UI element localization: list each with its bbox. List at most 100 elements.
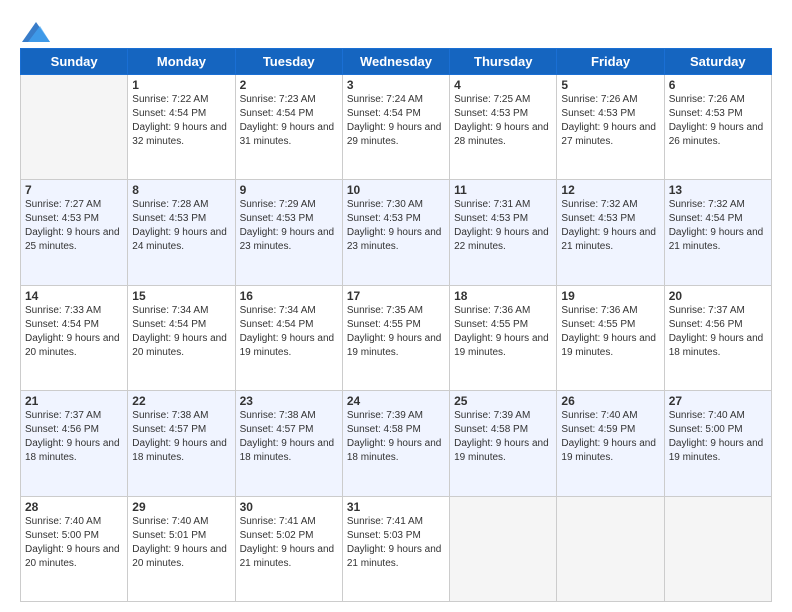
day-number: 28	[25, 500, 123, 514]
calendar-cell: 11Sunrise: 7:31 AMSunset: 4:53 PMDayligh…	[450, 180, 557, 285]
day-number: 21	[25, 394, 123, 408]
day-number: 31	[347, 500, 445, 514]
day-info: Sunrise: 7:25 AMSunset: 4:53 PMDaylight:…	[454, 93, 552, 149]
weekday-header-saturday: Saturday	[664, 49, 771, 75]
calendar-table: SundayMondayTuesdayWednesdayThursdayFrid…	[20, 48, 772, 602]
day-number: 6	[669, 78, 767, 92]
day-info: Sunrise: 7:35 AMSunset: 4:55 PMDaylight:…	[347, 304, 445, 360]
calendar-cell: 16Sunrise: 7:34 AMSunset: 4:54 PMDayligh…	[235, 285, 342, 390]
calendar-cell: 26Sunrise: 7:40 AMSunset: 4:59 PMDayligh…	[557, 391, 664, 496]
calendar-cell: 1Sunrise: 7:22 AMSunset: 4:54 PMDaylight…	[128, 75, 235, 180]
day-number: 9	[240, 183, 338, 197]
day-info: Sunrise: 7:37 AMSunset: 4:56 PMDaylight:…	[25, 409, 123, 465]
day-info: Sunrise: 7:24 AMSunset: 4:54 PMDaylight:…	[347, 93, 445, 149]
day-number: 17	[347, 289, 445, 303]
calendar-cell: 5Sunrise: 7:26 AMSunset: 4:53 PMDaylight…	[557, 75, 664, 180]
day-info: Sunrise: 7:23 AMSunset: 4:54 PMDaylight:…	[240, 93, 338, 149]
calendar-cell: 20Sunrise: 7:37 AMSunset: 4:56 PMDayligh…	[664, 285, 771, 390]
logo	[20, 22, 50, 40]
calendar-week-row: 14Sunrise: 7:33 AMSunset: 4:54 PMDayligh…	[21, 285, 772, 390]
day-number: 14	[25, 289, 123, 303]
weekday-header-tuesday: Tuesday	[235, 49, 342, 75]
day-number: 27	[669, 394, 767, 408]
day-number: 7	[25, 183, 123, 197]
day-number: 12	[561, 183, 659, 197]
day-info: Sunrise: 7:40 AMSunset: 5:00 PMDaylight:…	[25, 515, 123, 571]
weekday-header-wednesday: Wednesday	[342, 49, 449, 75]
calendar-cell: 2Sunrise: 7:23 AMSunset: 4:54 PMDaylight…	[235, 75, 342, 180]
day-info: Sunrise: 7:40 AMSunset: 4:59 PMDaylight:…	[561, 409, 659, 465]
day-info: Sunrise: 7:28 AMSunset: 4:53 PMDaylight:…	[132, 198, 230, 254]
day-number: 20	[669, 289, 767, 303]
calendar-cell: 13Sunrise: 7:32 AMSunset: 4:54 PMDayligh…	[664, 180, 771, 285]
calendar-week-row: 1Sunrise: 7:22 AMSunset: 4:54 PMDaylight…	[21, 75, 772, 180]
day-info: Sunrise: 7:26 AMSunset: 4:53 PMDaylight:…	[669, 93, 767, 149]
calendar-cell: 10Sunrise: 7:30 AMSunset: 4:53 PMDayligh…	[342, 180, 449, 285]
day-number: 8	[132, 183, 230, 197]
day-info: Sunrise: 7:37 AMSunset: 4:56 PMDaylight:…	[669, 304, 767, 360]
calendar-cell: 29Sunrise: 7:40 AMSunset: 5:01 PMDayligh…	[128, 496, 235, 601]
calendar-cell: 22Sunrise: 7:38 AMSunset: 4:57 PMDayligh…	[128, 391, 235, 496]
day-info: Sunrise: 7:22 AMSunset: 4:54 PMDaylight:…	[132, 93, 230, 149]
day-info: Sunrise: 7:36 AMSunset: 4:55 PMDaylight:…	[454, 304, 552, 360]
day-number: 2	[240, 78, 338, 92]
calendar-cell	[557, 496, 664, 601]
calendar-cell: 27Sunrise: 7:40 AMSunset: 5:00 PMDayligh…	[664, 391, 771, 496]
day-number: 16	[240, 289, 338, 303]
day-info: Sunrise: 7:30 AMSunset: 4:53 PMDaylight:…	[347, 198, 445, 254]
calendar-cell: 4Sunrise: 7:25 AMSunset: 4:53 PMDaylight…	[450, 75, 557, 180]
calendar-cell: 24Sunrise: 7:39 AMSunset: 4:58 PMDayligh…	[342, 391, 449, 496]
weekday-header-row: SundayMondayTuesdayWednesdayThursdayFrid…	[21, 49, 772, 75]
day-number: 13	[669, 183, 767, 197]
page: SundayMondayTuesdayWednesdayThursdayFrid…	[0, 0, 792, 612]
day-info: Sunrise: 7:33 AMSunset: 4:54 PMDaylight:…	[25, 304, 123, 360]
calendar-cell	[664, 496, 771, 601]
calendar-cell: 30Sunrise: 7:41 AMSunset: 5:02 PMDayligh…	[235, 496, 342, 601]
calendar-cell: 28Sunrise: 7:40 AMSunset: 5:00 PMDayligh…	[21, 496, 128, 601]
calendar-week-row: 7Sunrise: 7:27 AMSunset: 4:53 PMDaylight…	[21, 180, 772, 285]
day-number: 3	[347, 78, 445, 92]
day-number: 26	[561, 394, 659, 408]
calendar-cell: 25Sunrise: 7:39 AMSunset: 4:58 PMDayligh…	[450, 391, 557, 496]
day-info: Sunrise: 7:41 AMSunset: 5:03 PMDaylight:…	[347, 515, 445, 571]
day-info: Sunrise: 7:32 AMSunset: 4:53 PMDaylight:…	[561, 198, 659, 254]
day-info: Sunrise: 7:40 AMSunset: 5:01 PMDaylight:…	[132, 515, 230, 571]
day-info: Sunrise: 7:26 AMSunset: 4:53 PMDaylight:…	[561, 93, 659, 149]
day-number: 11	[454, 183, 552, 197]
calendar-cell: 19Sunrise: 7:36 AMSunset: 4:55 PMDayligh…	[557, 285, 664, 390]
calendar-cell	[450, 496, 557, 601]
calendar-cell: 8Sunrise: 7:28 AMSunset: 4:53 PMDaylight…	[128, 180, 235, 285]
day-number: 4	[454, 78, 552, 92]
day-number: 29	[132, 500, 230, 514]
day-number: 1	[132, 78, 230, 92]
calendar-cell: 3Sunrise: 7:24 AMSunset: 4:54 PMDaylight…	[342, 75, 449, 180]
calendar-cell: 21Sunrise: 7:37 AMSunset: 4:56 PMDayligh…	[21, 391, 128, 496]
day-info: Sunrise: 7:39 AMSunset: 4:58 PMDaylight:…	[347, 409, 445, 465]
day-info: Sunrise: 7:39 AMSunset: 4:58 PMDaylight:…	[454, 409, 552, 465]
day-number: 30	[240, 500, 338, 514]
day-info: Sunrise: 7:32 AMSunset: 4:54 PMDaylight:…	[669, 198, 767, 254]
calendar-week-row: 28Sunrise: 7:40 AMSunset: 5:00 PMDayligh…	[21, 496, 772, 601]
header	[20, 18, 772, 40]
calendar-cell: 15Sunrise: 7:34 AMSunset: 4:54 PMDayligh…	[128, 285, 235, 390]
day-info: Sunrise: 7:27 AMSunset: 4:53 PMDaylight:…	[25, 198, 123, 254]
day-info: Sunrise: 7:41 AMSunset: 5:02 PMDaylight:…	[240, 515, 338, 571]
day-number: 24	[347, 394, 445, 408]
day-number: 10	[347, 183, 445, 197]
day-info: Sunrise: 7:36 AMSunset: 4:55 PMDaylight:…	[561, 304, 659, 360]
weekday-header-monday: Monday	[128, 49, 235, 75]
calendar-cell: 6Sunrise: 7:26 AMSunset: 4:53 PMDaylight…	[664, 75, 771, 180]
calendar-cell: 18Sunrise: 7:36 AMSunset: 4:55 PMDayligh…	[450, 285, 557, 390]
calendar-week-row: 21Sunrise: 7:37 AMSunset: 4:56 PMDayligh…	[21, 391, 772, 496]
calendar-cell: 14Sunrise: 7:33 AMSunset: 4:54 PMDayligh…	[21, 285, 128, 390]
day-info: Sunrise: 7:31 AMSunset: 4:53 PMDaylight:…	[454, 198, 552, 254]
day-info: Sunrise: 7:40 AMSunset: 5:00 PMDaylight:…	[669, 409, 767, 465]
weekday-header-thursday: Thursday	[450, 49, 557, 75]
calendar-cell: 7Sunrise: 7:27 AMSunset: 4:53 PMDaylight…	[21, 180, 128, 285]
day-info: Sunrise: 7:38 AMSunset: 4:57 PMDaylight:…	[132, 409, 230, 465]
calendar-cell: 23Sunrise: 7:38 AMSunset: 4:57 PMDayligh…	[235, 391, 342, 496]
logo-icon	[22, 22, 50, 42]
weekday-header-sunday: Sunday	[21, 49, 128, 75]
day-info: Sunrise: 7:34 AMSunset: 4:54 PMDaylight:…	[240, 304, 338, 360]
calendar-cell: 17Sunrise: 7:35 AMSunset: 4:55 PMDayligh…	[342, 285, 449, 390]
